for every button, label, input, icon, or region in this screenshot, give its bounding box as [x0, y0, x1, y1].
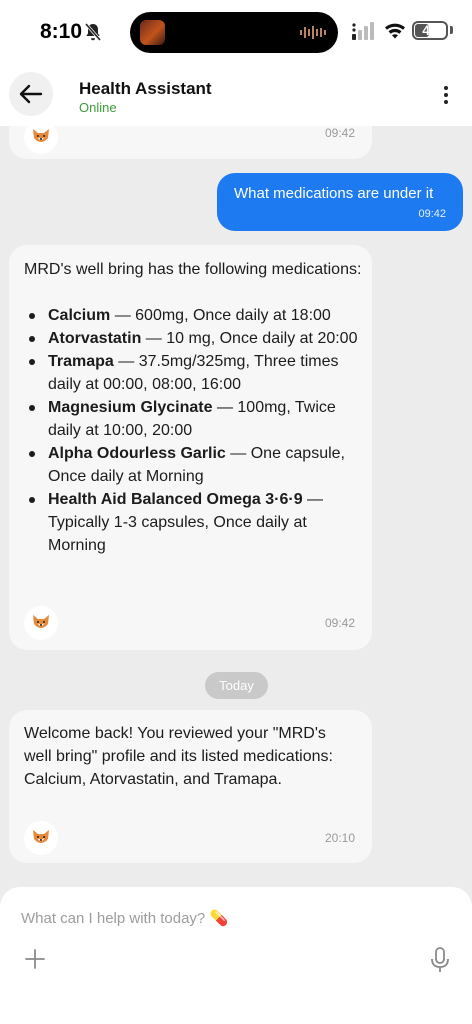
user-message-text: What medications are under it	[234, 185, 434, 202]
list-item: Tramapa — 37.5mg/325mg, Three times dail…	[24, 350, 364, 396]
message-time: 09:42	[325, 616, 356, 630]
assistant-avatar	[24, 126, 58, 154]
status-bar: 8:10 47	[0, 0, 472, 64]
dot-icon	[444, 86, 448, 90]
chat-messages[interactable]: 09:42 What medications are under it 09:4…	[0, 126, 472, 886]
cellular-signal-icon	[352, 22, 374, 40]
microphone-icon[interactable]	[430, 947, 450, 973]
dot-icon	[444, 93, 448, 97]
message-composer: What can I help with today? 💊	[0, 887, 472, 1024]
assistant-message: 09:42	[9, 126, 372, 159]
assistant-avatar	[24, 606, 58, 640]
user-message: What medications are under it 09:42	[217, 173, 463, 231]
back-button[interactable]	[9, 72, 53, 116]
chat-title: Health Assistant	[79, 79, 212, 98]
bell-off-icon	[84, 23, 102, 41]
user-message-time: 09:42	[418, 208, 446, 220]
list-item: Health Aid Balanced Omega 3·6·9 — Typica…	[24, 488, 364, 557]
status-time: 8:10	[40, 20, 83, 43]
more-options-button[interactable]	[436, 84, 456, 108]
add-attachment-button[interactable]	[24, 948, 46, 970]
battery-indicator: 47	[412, 21, 448, 40]
online-status: Online	[79, 100, 117, 115]
now-playing-artwork	[140, 20, 165, 45]
list-item: Magnesium Glycinate — 100mg, Twice daily…	[24, 396, 364, 442]
corgi-avatar-icon	[33, 830, 49, 843]
message-time: 20:10	[325, 831, 356, 845]
date-divider: Today	[205, 672, 268, 699]
chat-header: Health Assistant Online	[0, 64, 472, 126]
message-input[interactable]: What can I help with today? 💊	[21, 909, 228, 927]
battery-percent: 47	[422, 22, 438, 38]
corgi-avatar-icon	[33, 129, 49, 142]
dynamic-island[interactable]	[130, 12, 338, 53]
assistant-avatar	[24, 821, 58, 855]
arrow-left-icon	[19, 84, 43, 104]
assistant-message: MRD's well bring has the following medic…	[9, 245, 372, 650]
medication-intro: MRD's well bring has the following medic…	[24, 261, 362, 278]
welcome-text: Welcome back! You reviewed your "MRD's w…	[24, 725, 333, 788]
medication-message-body: MRD's well bring has the following medic…	[24, 258, 364, 557]
list-item: Alpha Odourless Garlic — One capsule, On…	[24, 442, 364, 488]
list-item: Atorvastatin — 10 mg, Once daily at 20:0…	[24, 327, 364, 350]
message-time: 09:42	[325, 126, 356, 140]
list-item: Calcium — 600mg, Once daily at 18:00	[24, 304, 364, 327]
assistant-message: Welcome back! You reviewed your "MRD's w…	[9, 710, 372, 863]
wifi-icon	[385, 23, 405, 39]
battery-cap	[450, 26, 453, 34]
dot-icon	[444, 100, 448, 104]
medication-list: Calcium — 600mg, Once daily at 18:00 Ato…	[24, 304, 364, 557]
audio-waveform-icon	[300, 26, 326, 39]
corgi-avatar-icon	[33, 615, 49, 628]
